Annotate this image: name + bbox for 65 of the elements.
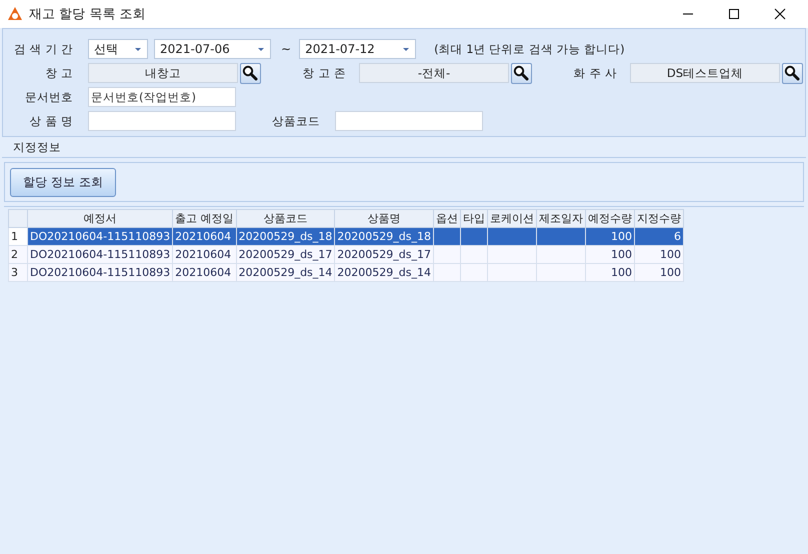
table-cell: 20200529_ds_18 xyxy=(236,228,335,246)
field-label: 화 주 사 xyxy=(572,66,618,80)
readonly-field: -전체- xyxy=(359,63,509,83)
input-field[interactable] xyxy=(88,111,236,131)
column-header[interactable]: 예정수량 xyxy=(585,210,634,228)
column-header[interactable]: 로케이션 xyxy=(487,210,536,228)
table-cell: 20200529_ds_14 xyxy=(334,264,434,282)
table-row[interactable]: 1 DO20210604-115110893 20210604 20200529_ds_18 20200529_ds_18 100 6 xyxy=(8,228,684,246)
app-logo-icon xyxy=(7,6,23,22)
column-header[interactable]: 출고 예정일 xyxy=(172,210,236,228)
table-cell: 20210604 xyxy=(172,228,236,246)
table-cell: 100 xyxy=(585,228,634,246)
column-header[interactable]: 지정수량 xyxy=(634,210,684,228)
field-label: 창 고 xyxy=(44,66,74,80)
field-label: 문서번호 xyxy=(24,90,74,104)
table-cell: DO20210604-115110893 xyxy=(28,228,173,246)
caret-icon xyxy=(257,46,265,52)
close-icon[interactable] xyxy=(774,8,786,20)
table-cell: 20200529_ds_18 xyxy=(334,228,434,246)
row-number: 1 xyxy=(8,228,28,246)
caret-icon xyxy=(134,46,142,52)
table-cell: 20200529_ds_17 xyxy=(334,246,434,264)
search-button[interactable] xyxy=(511,62,532,84)
column-header[interactable]: 예정서 xyxy=(28,210,173,228)
row-number: 3 xyxy=(8,264,28,282)
row-number: 2 xyxy=(8,246,28,264)
table-cell: 100 xyxy=(634,246,684,264)
column-header[interactable]: 타입 xyxy=(460,210,488,228)
range-separator: ~ xyxy=(281,42,292,56)
table-row[interactable]: 2 DO20210604-115110893 20210604 20200529_ds_17 20200529_ds_17 100 100 xyxy=(8,246,684,264)
table-cell: 20210604 xyxy=(172,264,236,282)
maximize-icon[interactable] xyxy=(728,8,740,20)
column-header[interactable]: 상품명 xyxy=(334,210,434,228)
input-field[interactable] xyxy=(335,111,483,131)
section-title: 지정정보 xyxy=(13,140,61,154)
dropdown[interactable]: 2021-07-12 xyxy=(299,39,416,59)
input-field[interactable]: 문서번호(작업번호) xyxy=(88,87,236,107)
readonly-field: DS테스트업체 xyxy=(630,63,780,83)
caret-icon xyxy=(402,46,410,52)
field-label: 검 색 기 간 xyxy=(13,42,74,56)
table-cell: 20200529_ds_17 xyxy=(236,246,335,264)
search-button[interactable] xyxy=(240,62,261,84)
table-cell: DO20210604-115110893 xyxy=(28,246,173,264)
table-row[interactable]: 3 DO20210604-115110893 20210604 20200529_ds_14 20200529_ds_14 100 100 xyxy=(8,264,684,282)
search-button[interactable] xyxy=(782,62,803,84)
column-header[interactable]: 옵션 xyxy=(433,210,460,228)
window-title: 재고 할당 목록 조회 xyxy=(29,6,146,23)
table-cell: 6 xyxy=(634,228,684,246)
field-label: 상 품 명 xyxy=(28,114,74,128)
table-cell: DO20210604-115110893 xyxy=(28,264,173,282)
table-cell: 100 xyxy=(634,264,684,282)
hint-text: (최대 1년 단위로 검색 가능 합니다) xyxy=(434,42,625,56)
column-header[interactable]: 상품코드 xyxy=(236,210,335,228)
header-cell xyxy=(8,210,28,228)
table-cell: 20200529_ds_14 xyxy=(236,264,335,282)
field-label: 창 고 존 xyxy=(302,66,347,80)
table-cell: 20210604 xyxy=(172,246,236,264)
dropdown[interactable]: 2021-07-06 xyxy=(154,39,271,59)
readonly-field: 내창고 xyxy=(88,63,238,83)
table-cell: 100 xyxy=(585,246,634,264)
table-cell: 100 xyxy=(585,264,634,282)
dropdown[interactable]: 선택 xyxy=(88,39,148,59)
field-label: 상품코드 xyxy=(271,114,321,128)
column-header[interactable]: 제조일자 xyxy=(536,210,586,228)
query-button[interactable]: 할당 정보 조회 xyxy=(10,168,116,197)
